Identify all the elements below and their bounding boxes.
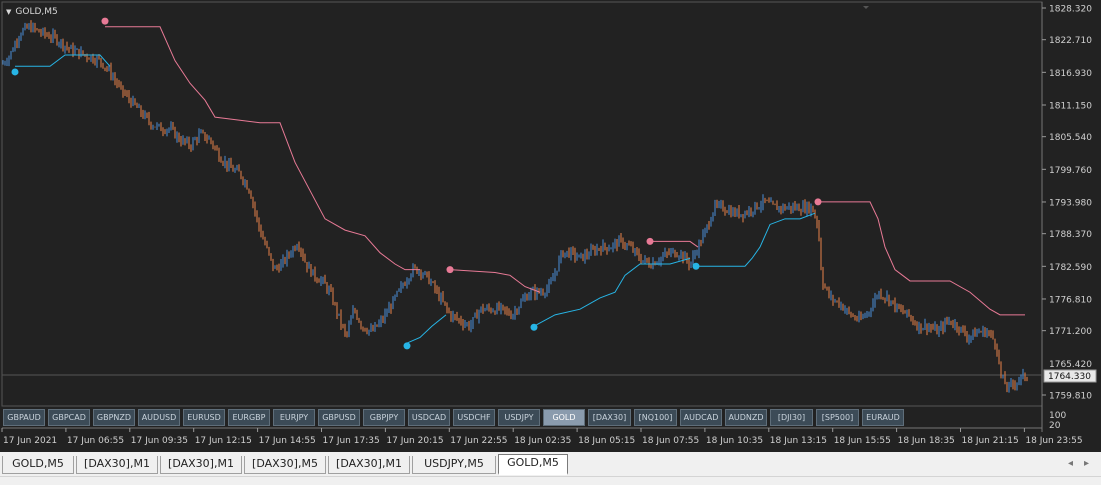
stop-marker-dot xyxy=(692,262,700,270)
symbol-button-nq100[interactable]: [NQ100] xyxy=(634,409,677,426)
time-label: 18 Jun 13:15 xyxy=(770,436,827,446)
collapse-triangle-icon[interactable]: ▼ xyxy=(6,8,11,16)
time-label: 17 Jun 12:15 xyxy=(195,436,252,446)
symbol-button-audnzd[interactable]: AUDNZD xyxy=(725,409,767,426)
time-label: 17 Jun 2021 xyxy=(3,436,57,446)
time-label: 17 Jun 09:35 xyxy=(131,436,188,446)
time-label: 17 Jun 22:55 xyxy=(450,436,507,446)
time-label: 18 Jun 15:55 xyxy=(834,436,891,446)
symbol-button-audusd[interactable]: AUDUSD xyxy=(138,409,180,426)
time-label: 18 Jun 07:55 xyxy=(642,436,699,446)
chart-area[interactable]: 1828.320 1822.710 1816.930 1811.150 1805.540… xyxy=(0,0,1101,452)
trailing-stop-up-line xyxy=(15,54,111,67)
symbol-button-gbpcad[interactable]: GBPCAD xyxy=(48,409,90,426)
plot-frame xyxy=(1,1,1043,407)
time-label: 17 Jun 06:55 xyxy=(67,436,124,446)
symbol-button-bar: GBPAUD GBPCAD GBPNZD AUDUSD EURUSD EURGBP EURJ… xyxy=(0,408,1045,428)
trailing-stop-down-line xyxy=(818,201,1025,316)
symbol-button-sp500[interactable]: [SP500] xyxy=(816,409,859,426)
stop-marker-dot xyxy=(101,17,109,25)
price-label: 1788.370 xyxy=(1049,230,1092,240)
time-label: 18 Jun 10:35 xyxy=(706,436,763,446)
stop-marker-dot xyxy=(646,237,654,245)
symbol-button-usdjpy[interactable]: USDJPY xyxy=(498,409,540,426)
price-chart[interactable]: 1828.320 1822.710 1816.930 1811.150 1805.540… xyxy=(0,0,1101,452)
tab-scroll-right-icon[interactable]: ▸ xyxy=(1084,458,1089,469)
trailing-stop-down-line xyxy=(650,240,699,248)
time-label: 18 Jun 18:35 xyxy=(898,436,955,446)
tab-2[interactable]: [DAX30],M1 xyxy=(160,456,242,474)
stop-marker-dot xyxy=(530,323,538,331)
symbol-button-usdchf[interactable]: USDCHF xyxy=(453,409,495,426)
symbol-button-eurusd[interactable]: EURUSD xyxy=(183,409,225,426)
symbol-button-dax30[interactable]: [DAX30] xyxy=(588,409,631,426)
price-label: 1793.980 xyxy=(1049,198,1092,208)
price-label: 1828.320 xyxy=(1049,5,1092,15)
tab-4[interactable]: [DAX30],M1 xyxy=(328,456,410,474)
time-label: 17 Jun 20:15 xyxy=(386,436,443,446)
time-label: 18 Jun 21:15 xyxy=(962,436,1019,446)
time-label: 17 Jun 14:55 xyxy=(259,436,316,446)
price-label: 1805.540 xyxy=(1049,133,1092,143)
price-label: 1816.930 xyxy=(1049,69,1092,79)
symbol-button-usdcad[interactable]: USDCAD xyxy=(408,409,450,426)
chart-title: ▼ GOLD,M5 xyxy=(6,6,58,18)
symbol-button-gbpaud[interactable]: GBPAUD xyxy=(3,409,45,426)
price-label: 1782.590 xyxy=(1049,263,1092,273)
symbol-button-euraud[interactable]: EURAUD xyxy=(862,409,904,426)
symbol-button-gold[interactable]: GOLD xyxy=(543,409,585,426)
stop-marker-dot xyxy=(11,68,19,76)
time-label: 18 Jun 02:35 xyxy=(514,436,571,446)
symbol-button-gbpnzd[interactable]: GBPNZD xyxy=(93,409,135,426)
price-label: 1776.810 xyxy=(1049,295,1092,305)
tab-3[interactable]: [DAX30],M5 xyxy=(244,456,326,474)
indicator-scale-label: 100 xyxy=(1049,411,1066,421)
time-label: 18 Jun 23:55 xyxy=(1025,436,1082,446)
trailing-stop-up-line xyxy=(406,314,447,344)
tab-6[interactable]: GOLD,M5 xyxy=(498,454,568,475)
symbol-button-gbpusd[interactable]: GBPUSD xyxy=(318,409,360,426)
trailing-stop-up-line xyxy=(533,257,691,327)
stop-marker-dot xyxy=(403,342,411,350)
price-label: 1771.200 xyxy=(1049,327,1092,337)
trailing-stop-up-line xyxy=(696,212,816,267)
symbol-button-dji30[interactable]: [DJI30] xyxy=(770,409,813,426)
chart-title-text: GOLD,M5 xyxy=(15,7,58,17)
tab-scroll-left-icon[interactable]: ◂ xyxy=(1068,458,1073,469)
tab-5[interactable]: USDJPY,M5 xyxy=(412,456,496,474)
tab-0[interactable]: GOLD,M5 xyxy=(2,456,74,474)
indicator-scale-label: 20 xyxy=(1049,421,1061,431)
time-label: 18 Jun 05:15 xyxy=(578,436,635,446)
price-label: 1759.810 xyxy=(1049,392,1092,402)
chart-tabs: ◂ ▸ GOLD,M5 [DAX30],M1 [DAX30],M1 [DAX30],M… xyxy=(0,454,1101,475)
time-label: 17 Jun 17:35 xyxy=(323,436,380,446)
symbol-button-eurgbp[interactable]: EURGBP xyxy=(228,409,270,426)
chart-shift-marker-icon xyxy=(863,6,869,9)
tab-1[interactable]: [DAX30],M1 xyxy=(76,456,158,474)
price-label: 1799.760 xyxy=(1049,166,1092,176)
symbol-button-eurjpy[interactable]: EURJPY xyxy=(273,409,315,426)
partial-price-label: 1765.420 xyxy=(1049,360,1092,370)
symbol-button-gbpjpy[interactable]: GBPJPY xyxy=(363,409,405,426)
price-label: 1822.710 xyxy=(1049,36,1092,46)
stop-marker-dot xyxy=(814,198,822,206)
price-label: 1811.150 xyxy=(1049,101,1092,111)
trailing-stop-down-line xyxy=(449,269,541,293)
current-price-label: 1764.330 xyxy=(1048,372,1091,382)
symbol-button-audcad[interactable]: AUDCAD xyxy=(680,409,722,426)
stop-marker-dot xyxy=(446,266,454,274)
